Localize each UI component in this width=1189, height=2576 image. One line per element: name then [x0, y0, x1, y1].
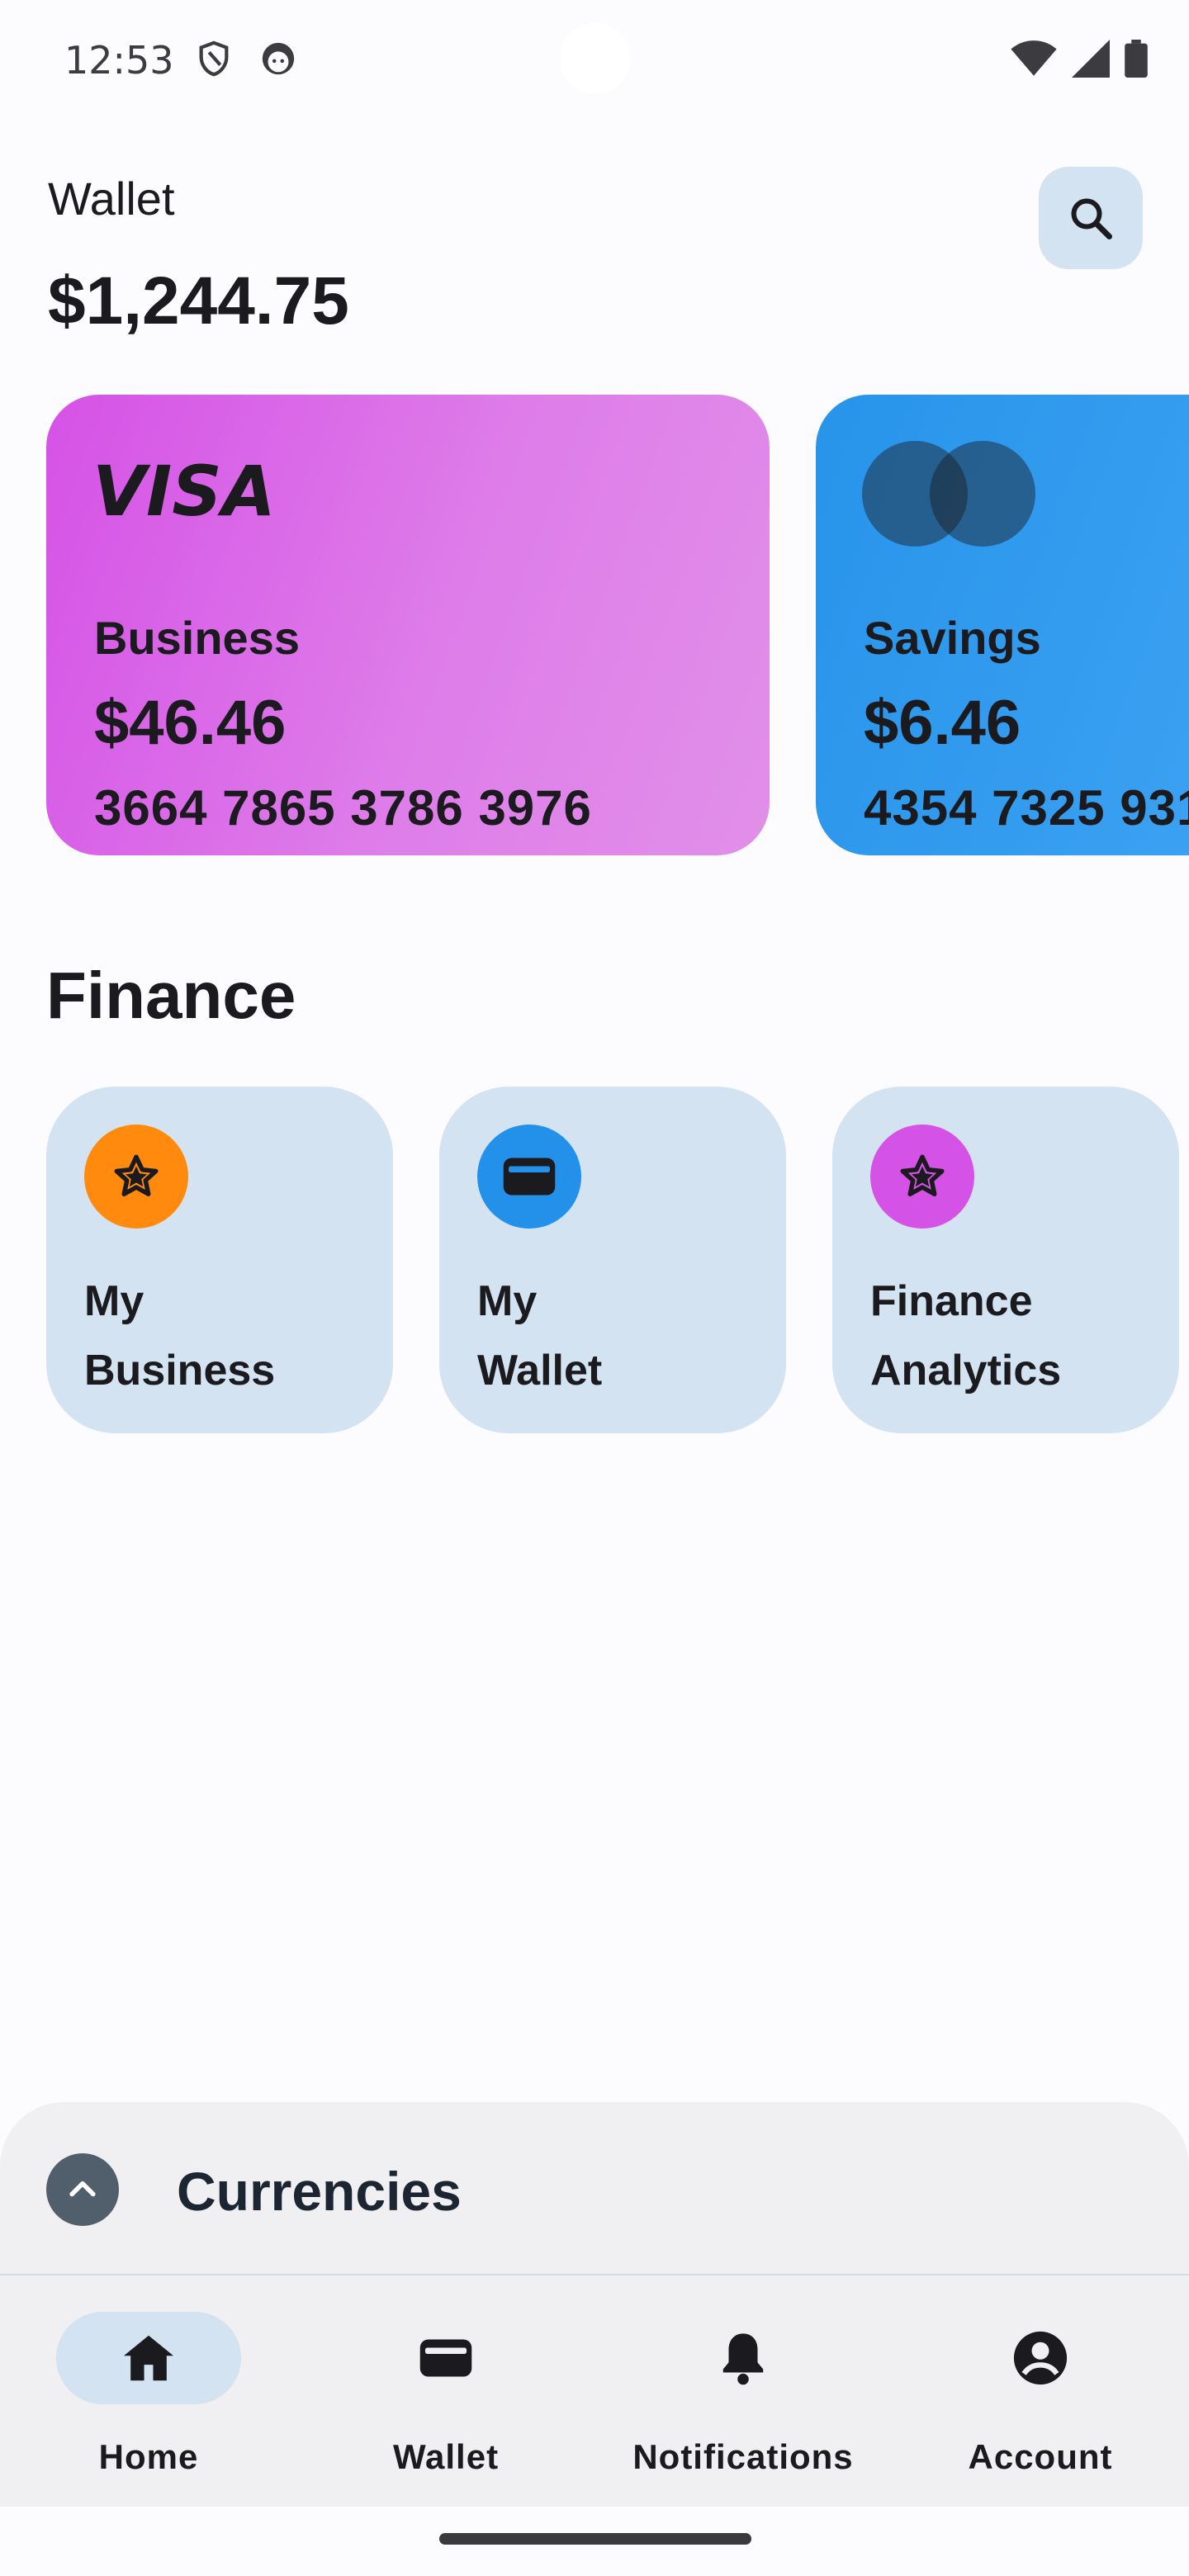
- card-label: Business: [94, 612, 300, 664]
- sheet-title: Currencies: [177, 2161, 462, 2222]
- nav-active-indicator: [56, 2312, 241, 2404]
- star-icon: [870, 1125, 974, 1229]
- card-label: Savings: [864, 612, 1041, 664]
- shield-icon: [195, 40, 233, 78]
- card-savings[interactable]: Savings $6.46 4354 7325 9318 3976: [816, 395, 1189, 855]
- wallet-icon: [477, 1125, 581, 1229]
- home-icon: [124, 2335, 173, 2381]
- chevron-up-icon: [69, 2181, 96, 2197]
- tile-my-business[interactable]: My Business: [46, 1087, 393, 1433]
- camera-cutout: [560, 23, 631, 94]
- nav-item-notifications[interactable]: Notifications: [594, 2275, 892, 2508]
- status-bar: 12:53: [0, 0, 1189, 124]
- tile-my-wallet[interactable]: My Wallet: [439, 1087, 786, 1433]
- search-button[interactable]: [1039, 167, 1143, 269]
- tile-label: Finance Analytics: [870, 1277, 1062, 1395]
- star-icon: [84, 1125, 188, 1229]
- nav-item-account[interactable]: Account: [892, 2275, 1189, 2508]
- android-face-icon: [259, 40, 297, 78]
- search-icon: [1071, 198, 1112, 239]
- nav-item-home[interactable]: Home: [0, 2275, 297, 2508]
- total-balance: $1,244.75: [48, 263, 349, 339]
- card-balance: $46.46: [94, 688, 287, 758]
- bell-icon: [722, 2333, 764, 2385]
- nav-label: Notifications: [632, 2437, 854, 2476]
- account-icon: [1013, 2331, 1068, 2385]
- currencies-sheet[interactable]: Currencies: [0, 2102, 1189, 2275]
- card-number: 4354 7325 9318 3976: [864, 780, 1189, 836]
- tile-finance-analytics[interactable]: Finance Analytics: [832, 1087, 1179, 1433]
- card-number: 3664 7865 3786 3976: [94, 780, 592, 836]
- cards-carousel[interactable]: VISA Business $46.46 3664 7865 3786 3976…: [46, 395, 1189, 857]
- wifi-icon: [1011, 40, 1057, 82]
- nav-item-wallet[interactable]: Wallet: [297, 2275, 594, 2508]
- gesture-handle[interactable]: [439, 2533, 751, 2545]
- card-balance: $6.46: [864, 688, 1021, 758]
- status-time: 12:53: [64, 38, 174, 83]
- tile-label: My Business: [84, 1277, 276, 1395]
- visa-logo-icon: VISA: [92, 461, 271, 523]
- mastercard-logo-icon: [862, 441, 1035, 547]
- sheet-expand-button[interactable]: [46, 2153, 119, 2226]
- card-business[interactable]: VISA Business $46.46 3664 7865 3786 3976: [46, 395, 770, 855]
- page-title: Wallet: [48, 173, 175, 225]
- wallet-icon: [419, 2339, 472, 2377]
- section-title-finance: Finance: [46, 959, 296, 1032]
- nav-label: Account: [968, 2437, 1113, 2476]
- nav-label: Wallet: [392, 2437, 500, 2476]
- svg-text:VISA: VISA: [92, 461, 271, 523]
- cell-signal-icon: [1072, 40, 1110, 82]
- nav-label: Home: [98, 2437, 199, 2476]
- tile-label: My Wallet: [477, 1277, 603, 1395]
- bottom-navigation: Home Wallet Notifications Account: [0, 2274, 1189, 2507]
- battery-icon: [1125, 40, 1148, 82]
